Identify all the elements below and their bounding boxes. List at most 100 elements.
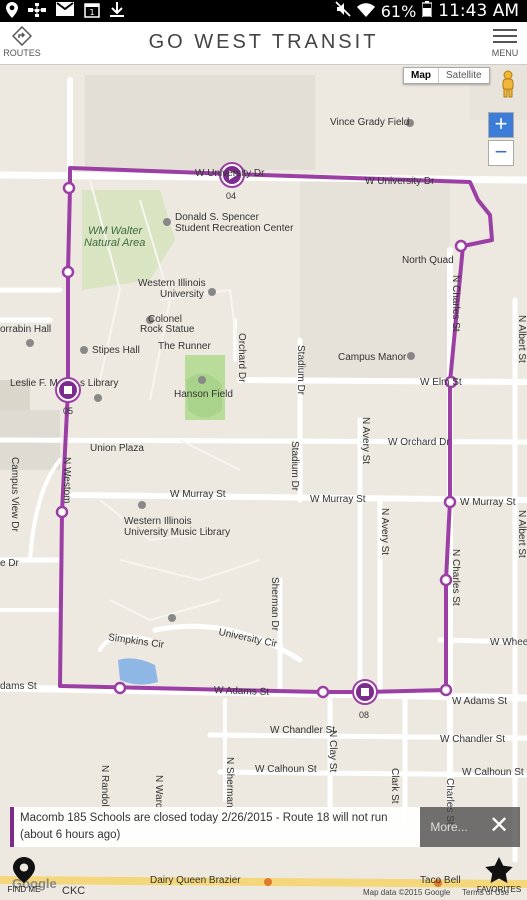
map-type-map-button[interactable]: Map: [404, 68, 438, 83]
location-icon: [6, 2, 18, 22]
map-label: Union Plaza: [90, 443, 144, 454]
map-label: N Clay St: [327, 730, 338, 773]
alert-message: Macomb 185 Schools are closed today 2/26…: [20, 812, 388, 841]
location-pin-icon: [13, 857, 35, 883]
poi-icon: [208, 288, 216, 296]
stop-marker[interactable]: [61, 265, 75, 279]
poi-icon: [26, 339, 34, 347]
gmail-icon: [56, 2, 74, 22]
map-label: Hanson Field: [174, 389, 233, 400]
service-alert-banner[interactable]: Macomb 185 Schools are closed today 2/26…: [10, 807, 420, 847]
poi-icon: [163, 218, 171, 226]
map-label: W Adams St: [213, 685, 270, 698]
map-label: WM Walter: [88, 225, 143, 237]
map-label: N Albert St: [516, 315, 527, 363]
map-label: e Dr: [0, 558, 19, 569]
alert-more-button[interactable]: More...: [420, 807, 478, 847]
alert-close-button[interactable]: ✕: [478, 807, 520, 847]
menu-label: MENU: [491, 48, 519, 58]
map-label: Stadium Dr: [289, 441, 300, 492]
map-label: W Adams St: [452, 696, 508, 707]
street-view-pegman-icon[interactable]: [500, 70, 516, 98]
stop-marker[interactable]: [62, 181, 76, 195]
stop-marker[interactable]: [439, 683, 453, 697]
timepoint-marker-05[interactable]: [55, 377, 81, 403]
stop-marker[interactable]: [316, 685, 330, 699]
menu-button[interactable]: MENU: [485, 26, 525, 58]
app-title: GO WEST TRANSIT: [148, 31, 379, 53]
map-label: W Orchard Dr: [388, 437, 450, 448]
map-label: Student Recreation Center: [175, 223, 294, 234]
network-icon: [28, 2, 46, 22]
map-label: Sherman Dr: [269, 577, 280, 631]
pond: [118, 658, 158, 685]
map-label: N Westom: [61, 457, 72, 504]
app-header: ROUTES GO WEST TRANSIT MENU: [0, 22, 527, 65]
battery-icon: [421, 1, 433, 21]
map-label: CKC: [62, 885, 86, 897]
terms-of-use-link[interactable]: Terms of Use: [462, 888, 509, 897]
campus-block: [85, 75, 315, 170]
stop-label-08: 08: [359, 710, 370, 720]
stop-marker[interactable]: [113, 681, 127, 695]
map-type-toggle: Map Satellite: [403, 67, 490, 84]
map-label: W University Dr: [365, 176, 435, 187]
map-label: The Runner: [158, 341, 211, 352]
map-label: W University Dr: [195, 168, 265, 179]
stop-marker[interactable]: [443, 495, 457, 509]
clock: 11:43 AM: [438, 1, 519, 21]
map-data-attribution: Map data ©2015 Google: [363, 888, 451, 897]
stop-marker[interactable]: [454, 239, 468, 253]
poi-icon: [168, 614, 176, 622]
map-label: N Randol: [99, 765, 110, 807]
map-label: N Charles St: [450, 549, 461, 606]
map-label: Stipes Hall: [92, 345, 140, 356]
map-label: North Quad: [402, 255, 454, 266]
map-label: Leslie F. M: [10, 378, 58, 389]
map-label: Dairy Queen Brazier: [150, 875, 241, 886]
zoom-out-button[interactable]: −: [488, 140, 514, 166]
map-label: Natural Area: [84, 237, 146, 249]
map-label: W Whee: [490, 637, 527, 648]
map-type-satellite-button[interactable]: Satellite: [438, 68, 489, 83]
map-label: orrabin Hall: [0, 324, 52, 335]
map-label: dams St: [0, 681, 37, 692]
stop-label-05: 05: [63, 406, 74, 416]
poi-icon: [138, 501, 146, 509]
map-label: Clark St: [389, 768, 400, 804]
map-label: N Sherman: [224, 757, 235, 808]
calendar-icon: 1: [84, 2, 100, 22]
stop-square-icon: [361, 688, 369, 696]
status-bar: 1 61% 11:43 AM: [0, 0, 527, 22]
map-label: Campus Manor: [338, 352, 407, 363]
stop-square-icon: [64, 386, 72, 394]
wifi-icon: [356, 2, 375, 21]
map-label: N Albert St: [516, 510, 527, 558]
poi-icon: [407, 352, 415, 360]
poi-icon: [80, 346, 88, 354]
mute-icon: [335, 1, 351, 21]
poi-icon: [198, 376, 206, 384]
stop-marker[interactable]: [55, 505, 69, 519]
map-label: Taco Bell: [420, 875, 461, 886]
hamburger-icon: [493, 29, 517, 43]
find-me-button[interactable]: FIND ME: [2, 857, 46, 894]
status-icons-left: 1: [6, 2, 124, 22]
map-label: Stadium Dr: [295, 345, 306, 396]
map-label: Campus View Dr: [9, 457, 20, 532]
map-label: Western Illinois: [124, 516, 192, 527]
map-label: W Elm St: [420, 377, 462, 388]
svg-text:1: 1: [89, 8, 94, 17]
zoom-in-button[interactable]: +: [488, 112, 514, 138]
map-label: Vince Grady Field: [330, 117, 410, 128]
poi-icon: [94, 394, 102, 402]
star-icon: [485, 857, 513, 883]
block-area: [300, 180, 450, 380]
map-view[interactable]: Vince Grady Field W University Dr W Univ…: [0, 65, 527, 900]
timepoint-marker-08[interactable]: [352, 679, 378, 705]
map-label: W Calhoun St: [462, 767, 524, 778]
map-label: W Chandler St: [440, 734, 506, 745]
find-me-label: FIND ME: [7, 885, 41, 894]
map-label: University: [160, 289, 204, 300]
map-label: Donald S. Spencer: [175, 212, 259, 223]
